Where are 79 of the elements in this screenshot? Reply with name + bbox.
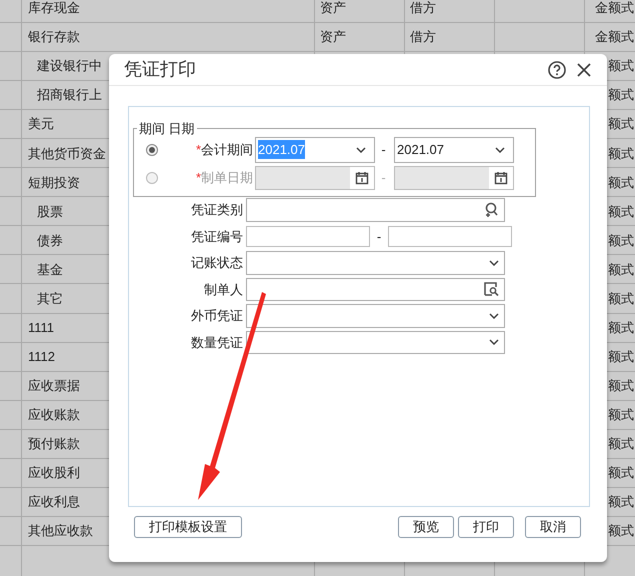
- chevron-down-icon: [489, 260, 499, 266]
- radio-button[interactable]: [146, 144, 158, 156]
- select-field[interactable]: [246, 330, 505, 354]
- table-cell-text: 额式: [608, 522, 634, 540]
- table-cell-text: 1111: [28, 318, 54, 337]
- table-cell-text: 债券: [37, 232, 63, 250]
- table-cell-text: 短期投资: [28, 174, 80, 192]
- table-cell-text: 额式: [608, 318, 634, 337]
- table-cell-text: 额式: [608, 290, 634, 308]
- table-cell-text: 应收账款: [28, 406, 80, 424]
- field-label: *会计期间: [194, 140, 253, 159]
- table-cell-text: 额式: [608, 115, 634, 134]
- table-cell-text: 建设银行中: [37, 57, 102, 76]
- table-cell-text: 金额式: [595, 0, 634, 18]
- group-legend: 期间 日期: [137, 119, 197, 138]
- table-cell-text: 库存现金: [28, 0, 80, 18]
- select-field[interactable]: [246, 304, 505, 328]
- table-cell-text: 额式: [608, 406, 634, 424]
- field-label: 外币凭证: [190, 307, 243, 325]
- chevron-down-icon: [495, 146, 505, 152]
- field-label: 数量凭证: [190, 334, 243, 352]
- table-cell-text: 额式: [608, 144, 634, 162]
- range-dash: -: [380, 140, 387, 159]
- field-label: 制单人: [203, 280, 243, 298]
- chevron-down-icon: [489, 312, 499, 319]
- table-cell-text: 其它: [37, 290, 63, 308]
- select-field[interactable]: [246, 251, 505, 274]
- table-cell-text: 其他货币资金: [28, 144, 106, 162]
- field-label: 凭证类别: [190, 201, 243, 219]
- select-field[interactable]: 2021.07: [394, 136, 514, 162]
- table-cell-text: 股票: [37, 202, 63, 221]
- dialog-title: 凭证打印: [124, 58, 196, 81]
- range-dash: -: [380, 168, 387, 187]
- input-field[interactable]: [388, 226, 512, 247]
- table-cell-text: 应收票据: [28, 376, 80, 395]
- table-cell-text: 额式: [608, 232, 634, 250]
- field-label: 凭证编号: [190, 228, 243, 246]
- table-cell-text: 金额式: [595, 28, 634, 46]
- table-cell-text: 资产: [320, 0, 346, 18]
- table-cell-text: 额式: [608, 434, 634, 453]
- table-cell-text: 其他应收款: [28, 522, 93, 540]
- table-cell-text: 借方: [410, 0, 436, 18]
- lookup-icon[interactable]: [483, 281, 499, 298]
- input-field[interactable]: [246, 278, 505, 301]
- date-field[interactable]: [255, 166, 375, 190]
- button[interactable]: 取消: [525, 516, 581, 538]
- table-cell-text: 额式: [608, 376, 634, 395]
- table-cell-text: 额式: [608, 493, 634, 512]
- search-icon[interactable]: [483, 202, 499, 218]
- input-field[interactable]: [246, 226, 370, 247]
- table-cell-text: 额式: [608, 464, 634, 482]
- range-dash: -: [376, 228, 382, 246]
- table-cell-text: 额式: [608, 260, 634, 279]
- table-cell-text: 额式: [608, 174, 634, 192]
- button[interactable]: 打印模板设置: [134, 516, 242, 538]
- table-cell-text: 银行存款: [28, 28, 80, 46]
- table-cell-text: 美元: [28, 115, 54, 134]
- table-cell-text: 资产: [320, 28, 346, 46]
- table-cell-text: 应收股利: [28, 464, 80, 482]
- input-field[interactable]: [246, 198, 505, 222]
- table-cell-text: 1112: [28, 348, 55, 366]
- close-icon[interactable]: [576, 62, 592, 78]
- button[interactable]: 打印: [458, 516, 514, 538]
- chevron-down-icon: [489, 339, 499, 346]
- button[interactable]: 预览: [398, 516, 454, 538]
- help-icon[interactable]: [548, 60, 566, 78]
- table-cell-text: 招商银行上: [37, 86, 102, 104]
- table-cell-text: 额式: [608, 86, 634, 104]
- calendar-icon[interactable]: [355, 170, 369, 184]
- table-cell-text: 预付账款: [28, 434, 80, 453]
- table-cell-text: 额式: [608, 57, 634, 76]
- table-cell-text: 应收利息: [28, 493, 80, 512]
- table-cell-text: 借方: [410, 28, 436, 46]
- table-cell-text: 额式: [608, 348, 634, 366]
- table-cell-text: 基金: [37, 260, 63, 279]
- field-label: *制单日期: [194, 168, 253, 187]
- field-label: 记账状态: [190, 254, 243, 272]
- table-cell-text: 额式: [608, 202, 634, 221]
- chevron-down-icon: [356, 146, 366, 152]
